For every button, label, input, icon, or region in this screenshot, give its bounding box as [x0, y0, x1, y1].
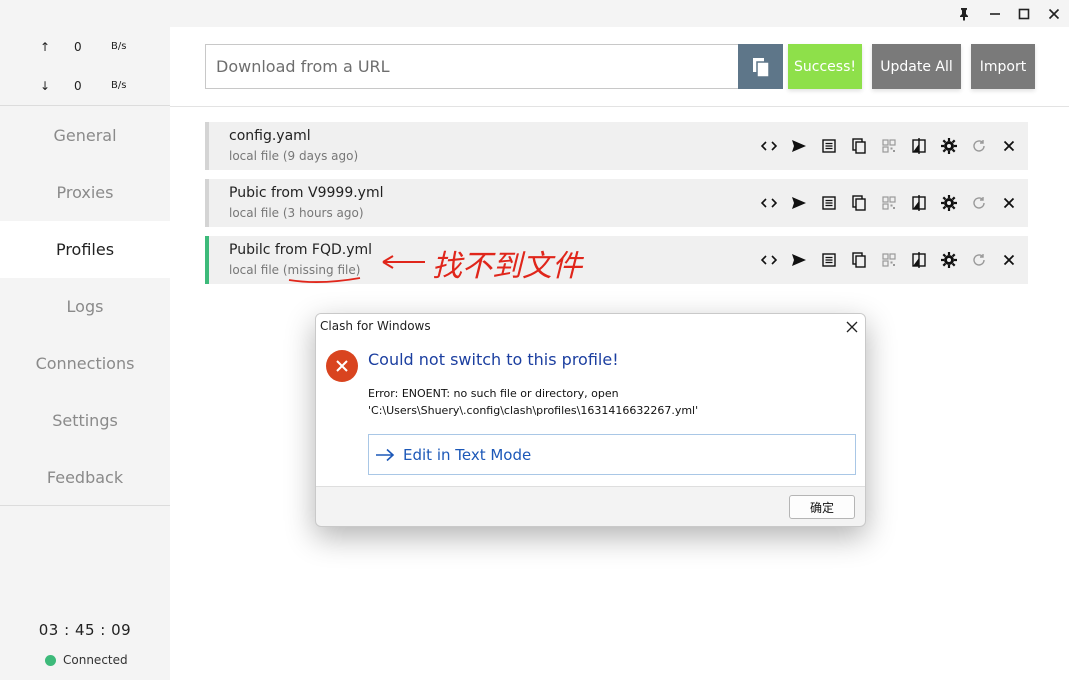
paste-icon	[752, 57, 770, 78]
download-unit: B/s	[111, 80, 127, 91]
maximize-icon[interactable]	[1013, 3, 1035, 25]
toolbar-divider	[170, 106, 1069, 107]
copy-icon[interactable]	[844, 248, 874, 272]
dialog-title: Clash for Windows	[320, 319, 431, 333]
sidebar-item-feedback[interactable]: Feedback	[0, 449, 170, 506]
gear-icon[interactable]	[934, 191, 964, 215]
profile-name: Pubic from V9999.yml	[229, 185, 384, 201]
refresh-icon[interactable]	[964, 134, 994, 158]
qrcode-icon[interactable]	[874, 134, 904, 158]
sidebar: ↑ 0 B/s ↓ 0 B/s General Proxies Profiles…	[0, 27, 170, 680]
arrow-right-icon	[376, 448, 395, 461]
send-icon[interactable]	[784, 134, 814, 158]
sidebar-divider	[0, 505, 170, 506]
delete-icon[interactable]	[994, 191, 1024, 215]
edit-in-text-mode-link[interactable]: Edit in Text Mode	[368, 434, 856, 475]
pin-icon[interactable]	[953, 3, 975, 25]
profile-card[interactable]: Pubic from V9999.yml local file (3 hours…	[205, 179, 1028, 227]
sidebar-item-profiles[interactable]: Profiles	[0, 221, 170, 278]
dialog-close-icon[interactable]	[841, 316, 863, 338]
sidebar-nav: General Proxies Profiles Logs Connection…	[0, 107, 170, 506]
error-dialog: Clash for Windows Could not switch to th…	[315, 313, 866, 527]
profile-card-selected[interactable]: Pubilc from FQD.yml local file (missing …	[205, 236, 1028, 284]
profile-actions	[754, 248, 1024, 272]
download-speed: ↓ 0 B/s	[0, 79, 170, 99]
refresh-icon[interactable]	[964, 248, 994, 272]
gear-icon[interactable]	[934, 248, 964, 272]
upload-arrow-icon: ↑	[40, 40, 51, 54]
send-icon[interactable]	[784, 248, 814, 272]
profile-actions	[754, 191, 1024, 215]
connection-status-label: Connected	[63, 653, 128, 667]
compare-icon[interactable]	[904, 191, 934, 215]
list-icon[interactable]	[814, 191, 844, 215]
code-icon[interactable]	[754, 248, 784, 272]
qrcode-icon[interactable]	[874, 248, 904, 272]
copy-icon[interactable]	[844, 191, 874, 215]
connected-dot-icon	[45, 654, 56, 666]
refresh-icon[interactable]	[964, 191, 994, 215]
profile-name: config.yaml	[229, 128, 311, 144]
dialog-heading: Could not switch to this profile!	[368, 350, 619, 369]
success-button[interactable]: Success!	[788, 44, 862, 89]
sidebar-item-logs[interactable]: Logs	[0, 278, 170, 335]
dialog-footer-divider	[316, 486, 865, 487]
upload-value: 0	[74, 40, 82, 54]
sidebar-item-proxies[interactable]: Proxies	[0, 164, 170, 221]
update-all-button[interactable]: Update All	[872, 44, 961, 89]
upload-speed: ↑ 0 B/s	[0, 40, 170, 60]
code-icon[interactable]	[754, 134, 784, 158]
sidebar-item-general[interactable]: General	[0, 107, 170, 164]
profile-actions	[754, 134, 1024, 158]
profile-description: local file (9 days ago)	[229, 149, 359, 163]
ok-button[interactable]: 确定	[789, 495, 855, 519]
list-icon[interactable]	[814, 134, 844, 158]
copy-icon[interactable]	[844, 134, 874, 158]
close-icon[interactable]	[1043, 3, 1065, 25]
dialog-body: Clash for Windows Could not switch to th…	[316, 314, 865, 486]
paste-button[interactable]	[738, 44, 783, 89]
code-icon[interactable]	[754, 191, 784, 215]
delete-icon[interactable]	[994, 248, 1024, 272]
profile-description: local file (3 hours ago)	[229, 206, 364, 220]
error-icon	[326, 350, 358, 382]
sidebar-item-settings[interactable]: Settings	[0, 392, 170, 449]
profile-card[interactable]: config.yaml local file (9 days ago)	[205, 122, 1028, 170]
send-icon[interactable]	[784, 191, 814, 215]
download-value: 0	[74, 79, 82, 93]
url-input[interactable]	[205, 44, 738, 89]
upload-unit: B/s	[111, 41, 127, 52]
compare-icon[interactable]	[904, 248, 934, 272]
connection-status: Connected	[45, 653, 128, 667]
dialog-message-path: 'C:\Users\Shuery\.config\clash\profiles\…	[368, 404, 699, 417]
traffic-panel: ↑ 0 B/s ↓ 0 B/s	[0, 27, 170, 106]
dialog-message: Error: ENOENT: no such file or directory…	[368, 387, 619, 400]
uptime-clock: 03 : 45 : 09	[38, 621, 132, 639]
import-button[interactable]: Import	[971, 44, 1035, 89]
profile-description: local file (missing file)	[229, 263, 361, 277]
gear-icon[interactable]	[934, 134, 964, 158]
download-arrow-icon: ↓	[40, 79, 51, 93]
sidebar-item-connections[interactable]: Connections	[0, 335, 170, 392]
compare-icon[interactable]	[904, 134, 934, 158]
qrcode-icon[interactable]	[874, 191, 904, 215]
minimize-icon[interactable]	[984, 3, 1006, 25]
list-icon[interactable]	[814, 248, 844, 272]
edit-in-text-mode-label: Edit in Text Mode	[403, 445, 532, 464]
title-bar	[0, 0, 1069, 27]
delete-icon[interactable]	[994, 134, 1024, 158]
profile-name: Pubilc from FQD.yml	[229, 242, 373, 258]
